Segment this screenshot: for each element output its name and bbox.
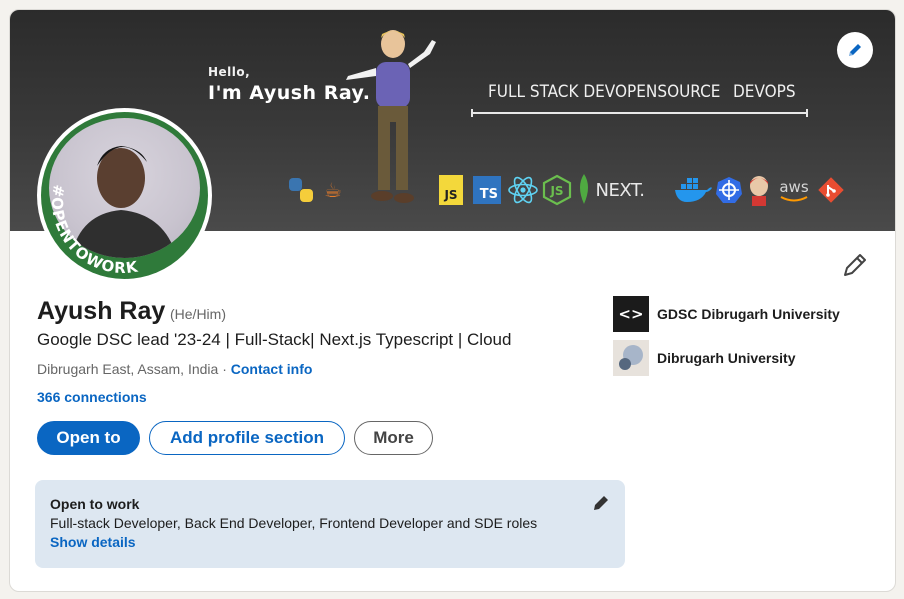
svg-text:JS: JS xyxy=(549,184,563,198)
open-to-work-frame: #OPENTOWORK xyxy=(41,112,208,279)
banner-role: OPENSOURCE xyxy=(615,82,721,102)
open-to-work-roles: Full-stack Developer, Back End Developer… xyxy=(50,515,538,531)
connections-link[interactable]: 366 connections xyxy=(37,389,147,405)
add-profile-section-button[interactable]: Add profile section xyxy=(149,421,345,455)
org-name: GDSC Dibrugarh University xyxy=(657,306,840,322)
org-item-gdsc[interactable]: <> GDSC Dibrugarh University xyxy=(613,296,840,332)
banner-role: FULL STACK DEV xyxy=(488,82,616,102)
nextjs-icon: NEXT. xyxy=(595,179,645,201)
open-to-work-badge: #OPENTOWORK xyxy=(48,183,140,277)
profile-card: Hello, I'm Ayush Ray. FULL STACK DEV OPE… xyxy=(9,9,896,592)
profile-location: Dibrugarh East, Assam, India xyxy=(37,361,219,377)
avatar-character-illustration xyxy=(346,30,436,203)
svg-text:#OPENTOWORK: #OPENTOWORK xyxy=(48,183,140,277)
profile-pronouns: (He/Him) xyxy=(170,306,226,322)
profile-photo[interactable]: #OPENTOWORK xyxy=(37,108,212,283)
profile-headline: Google DSC lead '23-24 | Full-Stack| Nex… xyxy=(37,330,512,349)
org-item-dibrugarh-university[interactable]: Dibrugarh University xyxy=(613,340,795,376)
docker-icon xyxy=(672,172,714,208)
edit-open-to-work-pencil-icon[interactable] xyxy=(592,494,610,512)
separator: · xyxy=(218,361,231,377)
edit-intro-pencil-icon[interactable] xyxy=(842,252,868,278)
profile-name: Ayush Ray xyxy=(37,297,166,325)
mongodb-icon xyxy=(576,172,592,208)
jenkins-icon xyxy=(746,172,772,208)
open-to-work-title: Open to work xyxy=(50,496,140,512)
nodejs-icon: JS xyxy=(540,172,574,208)
banner-underline xyxy=(471,109,808,117)
javascript-icon: JS xyxy=(438,172,464,208)
banner-role: DEVOPS xyxy=(733,82,796,102)
profile-location-row: Dibrugarh East, Assam, India · Contact i… xyxy=(37,361,312,377)
git-icon xyxy=(816,172,846,208)
java-icon: ☕ xyxy=(324,178,342,202)
gdsc-logo-icon: <> xyxy=(613,296,649,332)
org-name: Dibrugarh University xyxy=(657,350,796,366)
typescript-icon: TS xyxy=(472,172,502,208)
banner-greeting: Hello, xyxy=(208,65,251,79)
open-to-button[interactable]: Open to xyxy=(37,421,140,455)
react-icon xyxy=(506,172,540,208)
python-icon xyxy=(286,172,316,208)
more-button[interactable]: More xyxy=(354,421,433,455)
pencil-icon xyxy=(849,44,861,56)
kubernetes-icon xyxy=(714,172,744,208)
aws-icon: aws xyxy=(776,172,812,208)
university-logo-icon xyxy=(613,340,649,376)
edit-banner-button[interactable] xyxy=(837,32,873,68)
contact-info-link[interactable]: Contact info xyxy=(231,361,313,377)
open-to-work-card: Open to work Full-stack Developer, Back … xyxy=(35,480,625,568)
show-details-link[interactable]: Show details xyxy=(50,534,136,550)
